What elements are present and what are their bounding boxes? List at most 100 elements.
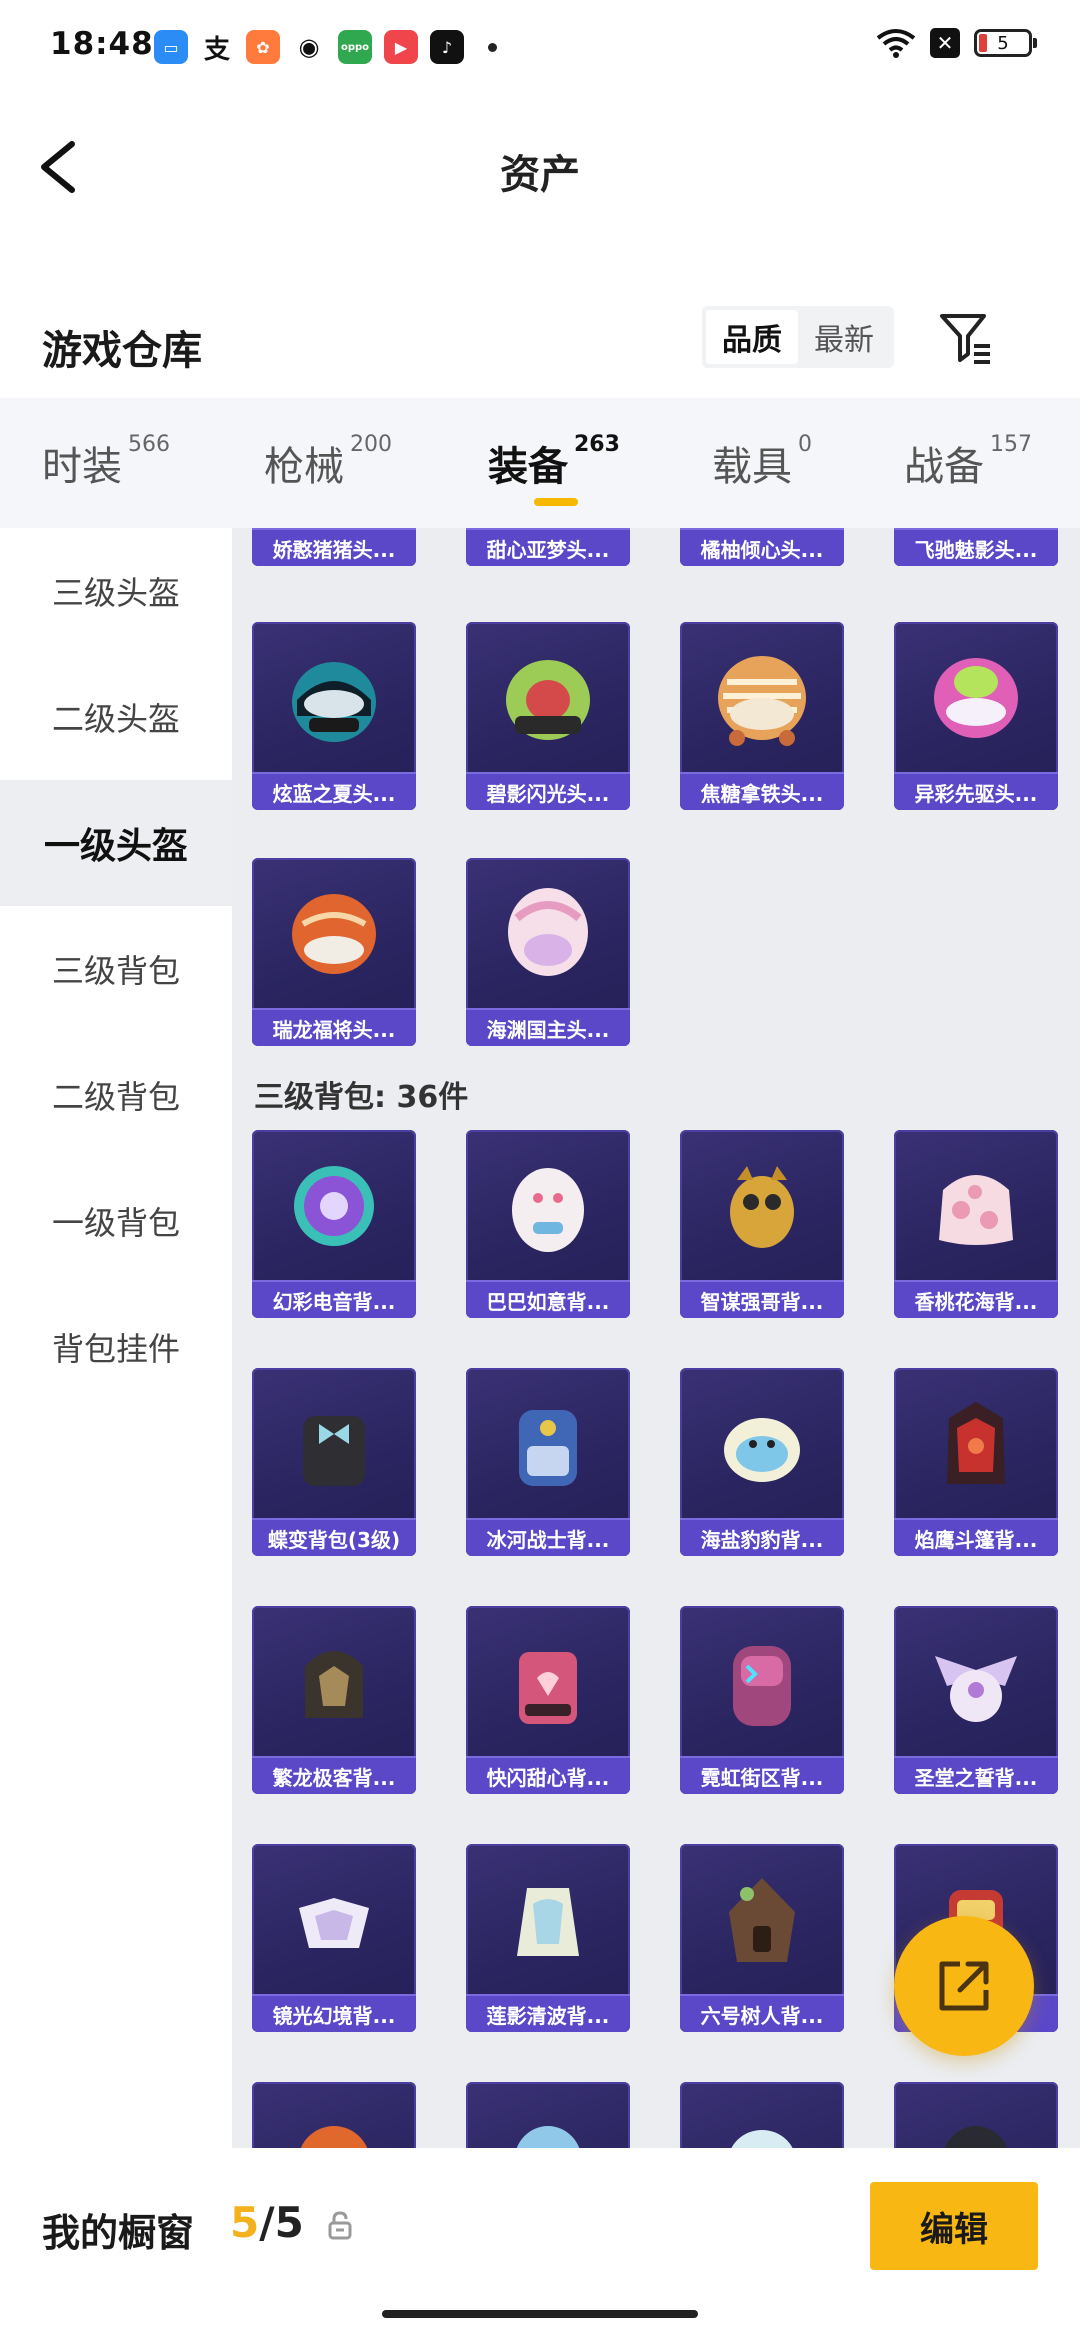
sort-quality-button[interactable]: 品质 (706, 310, 798, 364)
item-card[interactable]: 镜光幻境背... (252, 1844, 416, 2032)
sidebar-item-backpack-pendant[interactable]: 背包挂件 (0, 1284, 232, 1410)
item-name: 香桃花海背... (894, 1280, 1058, 1318)
video-app-icon: ▶ (384, 30, 418, 64)
subcategory-sidebar: 三级头盔 二级头盔 一级头盔 三级背包 二级背包 一级背包 背包挂件 (0, 528, 232, 2148)
sidebar-item-backpack-lv3[interactable]: 三级背包 (0, 906, 232, 1032)
tab-fashion[interactable]: 时装 566 (42, 432, 170, 492)
item-card[interactable]: 橘柚倾心头... (680, 528, 844, 566)
item-name: 快闪甜心背... (466, 1756, 630, 1794)
item-name: 海渊国主头... (466, 1008, 630, 1046)
tab-equipment[interactable]: 装备 263 (488, 432, 620, 492)
share-fab-button[interactable] (894, 1916, 1034, 2056)
backpack-image (680, 1130, 844, 1280)
tab-label: 载具 (712, 444, 792, 490)
tab-label: 枪械 (264, 444, 344, 490)
item-card[interactable]: 焦糖拿铁头... (680, 622, 844, 810)
item-name: 繁龙极客背... (252, 1756, 416, 1794)
item-card[interactable]: 圣堂之誓背... (894, 1606, 1058, 1794)
item-name: 蝶变背包(3级) (252, 1518, 416, 1556)
item-card[interactable] (894, 2082, 1058, 2148)
item-card[interactable] (466, 2082, 630, 2148)
item-card[interactable]: 六号树人背... (680, 1844, 844, 2032)
title-bar: 资产 (0, 96, 1080, 246)
status-bar: 18:48 ▭ 支 ✿ ◉ oppo ▶ ♪ ✕ 5 (0, 0, 1080, 96)
item-name: 焰鹰斗篷背... (894, 1518, 1058, 1556)
tab-vehicles[interactable]: 载具 0 (712, 432, 812, 492)
item-card[interactable]: 快闪甜心背... (466, 1606, 630, 1794)
showcase-count: 5/5 (230, 2198, 304, 2247)
item-card[interactable] (252, 2082, 416, 2148)
sidebar-item-backpack-lv2[interactable]: 二级背包 (0, 1032, 232, 1158)
item-name: 智谋强哥背... (680, 1280, 844, 1318)
backpack-image (466, 1130, 630, 1280)
sidebar-item-backpack-lv1[interactable]: 一级背包 (0, 1158, 232, 1284)
helmet-image (252, 858, 416, 1008)
filter-button[interactable] (938, 310, 994, 366)
item-card[interactable]: 智谋强哥背... (680, 1130, 844, 1318)
item-card[interactable]: 海盐豹豹背... (680, 1368, 844, 1556)
tab-weapons[interactable]: 枪械 200 (264, 432, 392, 492)
showcase-total: /5 (259, 2198, 304, 2247)
tab-count: 200 (350, 432, 392, 457)
item-name: 六号树人背... (680, 1994, 844, 2032)
item-card[interactable]: 异彩先驱头... (894, 622, 1058, 810)
item-card[interactable]: 冰河战士背... (466, 1368, 630, 1556)
item-card[interactable]: 香桃花海背... (894, 1130, 1058, 1318)
sort-latest-button[interactable]: 最新 (798, 310, 890, 364)
item-card[interactable]: 霓虹街区背... (680, 1606, 844, 1794)
notification-icons: ▭ 支 ✿ ◉ oppo ▶ ♪ (154, 30, 497, 65)
item-card[interactable]: 巴巴如意背... (466, 1130, 630, 1318)
item-name: 娇憨猪猪头... (252, 528, 416, 566)
item-card[interactable]: 碧影闪光头... (466, 622, 630, 810)
item-name: 碧影闪光头... (466, 772, 630, 810)
system-icons: ✕ 5 (876, 28, 1037, 58)
item-card[interactable]: 甜心亚梦头... (466, 528, 630, 566)
item-card[interactable]: 焰鹰斗篷背... (894, 1368, 1058, 1556)
photos-app-icon: ✿ (246, 30, 280, 64)
backpack-image (894, 1606, 1058, 1756)
item-name: 异彩先驱头... (894, 772, 1058, 810)
item-card[interactable]: 幻彩电音背... (252, 1130, 416, 1318)
tab-supplies[interactable]: 战备 157 (904, 432, 1032, 492)
item-card[interactable]: 娇憨猪猪头... (252, 528, 416, 566)
warehouse-header: 游戏仓库 品质 最新 (0, 246, 1080, 398)
sidebar-item-helmet-lv1[interactable]: 一级头盔 (0, 780, 232, 906)
item-name: 莲影清波背... (466, 1994, 630, 2032)
sidebar-item-helmet-lv3[interactable]: 三级头盔 (0, 528, 232, 654)
tab-count: 566 (128, 432, 170, 457)
lock-icon (328, 2211, 352, 2240)
item-card[interactable]: 海渊国主头... (466, 858, 630, 1046)
tiktok-icon: ♪ (430, 30, 464, 64)
backpack-image (894, 1130, 1058, 1280)
item-card[interactable]: 莲影清波背... (466, 1844, 630, 2032)
sidebar-item-helmet-lv2[interactable]: 二级头盔 (0, 654, 232, 780)
tab-label: 装备 (488, 444, 568, 490)
tab-count: 157 (990, 432, 1032, 457)
share-external-icon (939, 1961, 989, 2011)
item-name: 冰河战士背... (466, 1518, 630, 1556)
item-name: 甜心亚梦头... (466, 528, 630, 566)
page-title: 资产 (500, 152, 580, 198)
item-name: 幻彩电音背... (252, 1280, 416, 1318)
item-card[interactable]: 繁龙极客背... (252, 1606, 416, 1794)
backpack-image (252, 1606, 416, 1756)
item-card[interactable]: 瑞龙福将头... (252, 858, 416, 1046)
backpack-image (894, 2082, 1058, 2148)
item-card[interactable] (680, 2082, 844, 2148)
item-card[interactable]: 炫蓝之夏头... (252, 622, 416, 810)
showcase-current: 5 (230, 2198, 260, 2247)
backpack-image (252, 1130, 416, 1280)
edit-button[interactable]: 编辑 (870, 2182, 1038, 2270)
item-card[interactable]: 飞驰魅影头... (894, 528, 1058, 566)
status-time: 18:48 (50, 26, 154, 62)
more-notifications-icon (488, 42, 497, 52)
helmet-image (894, 622, 1058, 772)
category-tabs: 时装 566 枪械 200 装备 263 载具 0 战备 157 (0, 398, 1080, 528)
group-header-backpack-lv3: 三级背包: 36件 (254, 1080, 469, 1115)
oppo-app-icon: oppo (338, 30, 372, 64)
item-card[interactable]: 蝶变背包(3级) (252, 1368, 416, 1556)
home-indicator[interactable] (382, 2310, 698, 2318)
backpack-image (680, 2082, 844, 2148)
item-name: 飞驰魅影头... (894, 528, 1058, 566)
item-grid: 娇憨猪猪头... 甜心亚梦头... 橘柚倾心头... 飞驰魅影头... 炫蓝之夏… (232, 528, 1080, 2148)
